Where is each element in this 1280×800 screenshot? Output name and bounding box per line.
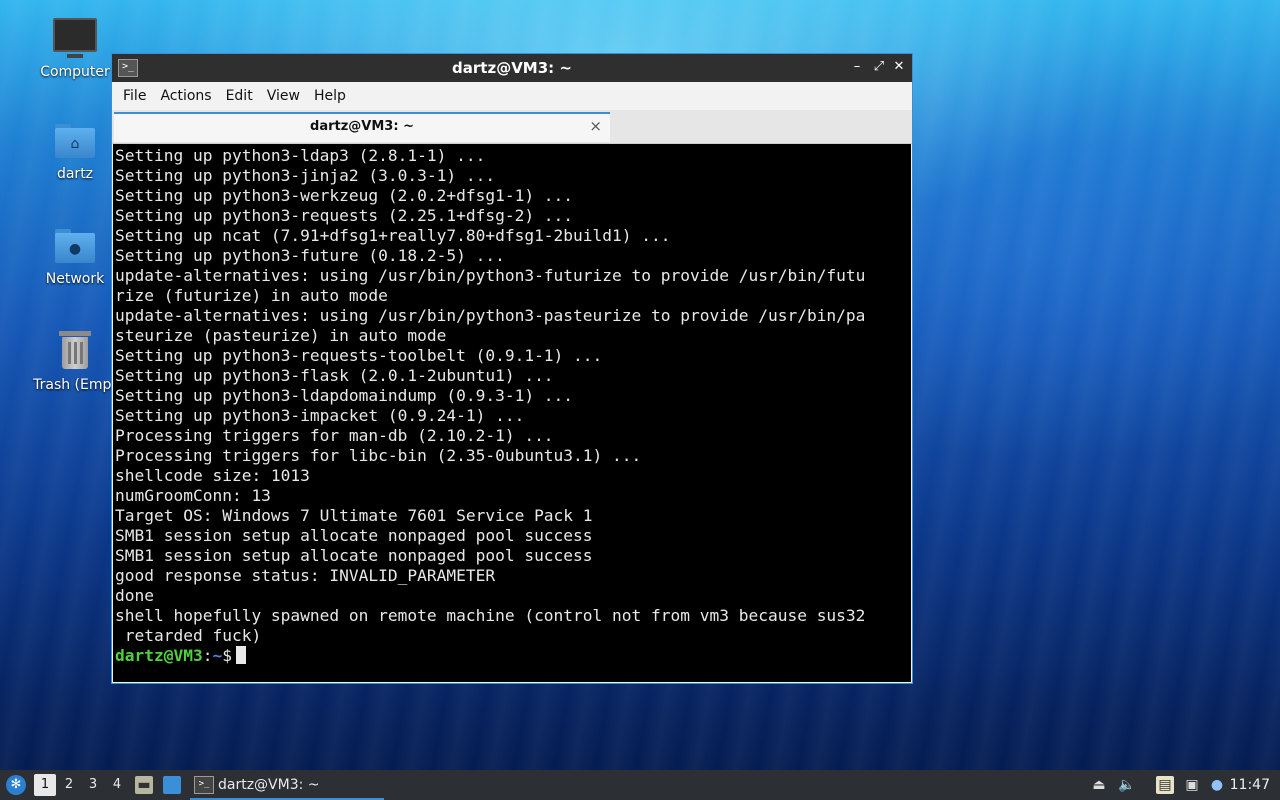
terminal-line: Setting up python3-ldap3 (2.8.1-1) ... <box>115 146 486 165</box>
tab-close-icon[interactable]: × <box>589 117 602 135</box>
terminal-line: shellcode size: 1013 <box>115 466 310 485</box>
menu-file[interactable]: File <box>116 88 153 104</box>
menubar: File Actions Edit View Help <box>112 82 912 110</box>
terminal-line: shell hopefully spawned on remote machin… <box>115 606 866 625</box>
desktop-icon-label: Computer <box>40 64 110 80</box>
trash-icon <box>59 331 91 369</box>
terminal-line: update-alternatives: using /usr/bin/pyth… <box>115 266 866 285</box>
desktop-icon-home[interactable]: ⌂ dartz <box>25 124 125 182</box>
volume-icon[interactable]: 🔈 <box>1118 776 1136 794</box>
window-title: dartz@VM3: ~ <box>452 59 572 77</box>
menu-help[interactable]: Help <box>307 88 353 104</box>
clock[interactable]: 11:47 <box>1230 770 1270 800</box>
terminal-line: update-alternatives: using /usr/bin/pyth… <box>115 306 866 325</box>
terminal-line: Setting up python3-flask (2.0.1-2ubuntu1… <box>115 366 554 385</box>
workspace-3[interactable]: 3 <box>82 770 104 800</box>
start-menu-icon[interactable]: ✻ <box>6 775 26 795</box>
terminal-line: steurize (pasteurize) in auto mode <box>115 326 447 345</box>
terminal-line: Setting up python3-werkzeug (2.0.2+dfsg1… <box>115 186 574 205</box>
prompt-symbol: $ <box>222 646 232 665</box>
close-button[interactable]: ✕ <box>890 58 908 76</box>
desktop-icon-label: dartz <box>56 166 94 182</box>
file-manager-icon[interactable]: ▬ <box>135 776 153 794</box>
terminal-output[interactable]: Setting up python3-ldap3 (2.8.1-1) ... Se… <box>113 144 911 682</box>
terminal-line: Processing triggers for man-db (2.10.2-1… <box>115 426 554 445</box>
terminal-line: retarded fuck) <box>115 626 262 645</box>
desktop-icon-trash[interactable]: Trash (Empt <box>25 331 125 393</box>
terminal-window[interactable]: >_ dartz@VM3: ~ – ⤢ ✕ File Actions Edit … <box>111 53 913 684</box>
terminal-line: Setting up python3-requests (2.25.1+dfsg… <box>115 206 574 225</box>
workspace-1[interactable]: 1 <box>34 774 56 796</box>
prompt-path: ~ <box>212 646 223 665</box>
show-desktop-icon[interactable] <box>163 776 181 794</box>
task-label: dartz@VM3: ~ <box>218 777 320 793</box>
menu-edit[interactable]: Edit <box>219 88 260 104</box>
terminal-line: Setting up ncat (7.91+dfsg1+really7.80+d… <box>115 226 671 245</box>
terminal-prompt-line: dartz@VM3:~$ <box>115 646 909 666</box>
window-titlebar[interactable]: >_ dartz@VM3: ~ – ⤢ ✕ <box>112 54 912 82</box>
network-icon[interactable]: ▣ <box>1183 776 1201 794</box>
workspace-2[interactable]: 2 <box>58 770 80 800</box>
tab-bar: dartz@VM3: ~ × <box>112 110 912 144</box>
terminal-line: Setting up python3-ldapdomaindump (0.9.3… <box>115 386 574 405</box>
workspace-4[interactable]: 4 <box>106 770 128 800</box>
terminal-line: Processing triggers for libc-bin (2.35-0… <box>115 446 642 465</box>
terminal-cursor <box>235 646 246 664</box>
terminal-line: SMB1 session setup allocate nonpaged poo… <box>115 526 593 545</box>
terminal-line: SMB1 session setup allocate nonpaged poo… <box>115 546 593 565</box>
eject-icon[interactable]: ⏏ <box>1090 776 1108 794</box>
terminal-icon: >_ <box>194 776 214 794</box>
menu-actions[interactable]: Actions <box>153 88 218 104</box>
desktop-icon-computer[interactable]: Computer <box>25 18 125 80</box>
terminal-line: good response status: INVALID_PARAMETER <box>115 566 496 585</box>
computer-icon <box>53 18 97 58</box>
taskbar-task-terminal[interactable]: >_ dartz@VM3: ~ <box>190 770 384 800</box>
maximize-button[interactable]: ⤢ <box>870 58 888 76</box>
tab-terminal[interactable]: dartz@VM3: ~ × <box>114 112 610 142</box>
clipboard-icon[interactable]: ▤ <box>1156 776 1174 794</box>
home-folder-icon: ⌂ <box>55 124 95 158</box>
prompt-colon: : <box>202 646 213 665</box>
updates-icon[interactable]: ● <box>1208 776 1226 794</box>
tab-label: dartz@VM3: ~ <box>310 119 414 134</box>
desktop-icon-label: Network <box>45 271 105 287</box>
terminal-line: Setting up python3-jinja2 (3.0.3-1) ... <box>115 166 496 185</box>
desktop-icon-network[interactable]: ● Network <box>25 229 125 287</box>
terminal-line: rize (futurize) in auto mode <box>115 286 388 305</box>
terminal-line: Setting up python3-future (0.18.2-5) ... <box>115 246 505 265</box>
minimize-button[interactable]: – <box>848 58 866 76</box>
taskbar: ✻ 1 2 3 4 ▬ >_ dartz@VM3: ~ ⏏ 🔈 ▤ ▣ ● 11… <box>0 770 1280 800</box>
menu-view[interactable]: View <box>260 88 307 104</box>
prompt-user-host: dartz@VM3 <box>115 646 203 665</box>
desktop-icon-label: Trash (Empt <box>33 377 117 393</box>
terminal-line: done <box>115 586 154 605</box>
network-folder-icon: ● <box>55 229 95 263</box>
terminal-line: numGroomConn: 13 <box>115 486 271 505</box>
terminal-line: Target OS: Windows 7 Ultimate 7601 Servi… <box>115 506 593 525</box>
terminal-line: Setting up python3-impacket (0.9.24-1) .… <box>115 406 525 425</box>
terminal-line: Setting up python3-requests-toolbelt (0.… <box>115 346 603 365</box>
